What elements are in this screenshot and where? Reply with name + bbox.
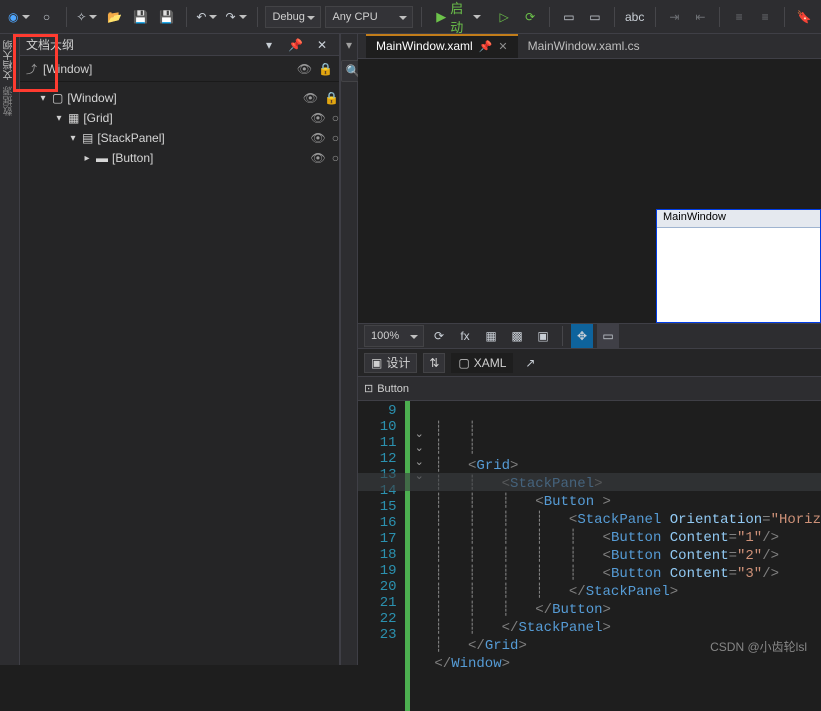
snap-icon[interactable]: ▣ <box>532 324 554 348</box>
breadcrumb-label: Button <box>377 383 409 395</box>
tree-row-grid[interactable]: ▾ ▦ [Grid] 👁 ○ <box>26 108 339 128</box>
tab-mainwindow-xaml[interactable]: MainWindow.xaml 📌 ✕ <box>366 34 518 58</box>
step-icon-3[interactable]: abc <box>623 5 647 29</box>
grid-icon-1[interactable]: ▦ <box>480 324 502 348</box>
tab-label: MainWindow.xaml.cs <box>528 39 640 53</box>
hot-reload-icon[interactable]: ⟳ <box>519 5 541 29</box>
popout-icon[interactable]: ↗ <box>519 351 541 375</box>
select-icon[interactable]: ▭ <box>597 324 619 348</box>
editor-area: MainWindow.xaml 📌 ✕ MainWindow.xaml.cs M… <box>358 34 821 665</box>
dot-icon[interactable]: ○ <box>332 111 339 125</box>
expander-icon[interactable]: ▾ <box>38 93 48 104</box>
preview-window-title: MainWindow <box>657 210 820 228</box>
zoom-dropdown[interactable]: 100% <box>364 325 424 347</box>
node-label: [StackPanel] <box>97 131 164 145</box>
outline-root-row[interactable]: ⤴ [Window] 👁 🔒 <box>20 56 339 82</box>
platform-dropdown[interactable]: Any CPU <box>325 6 413 28</box>
panel-dropdown-icon[interactable]: ▾ <box>258 33 280 57</box>
left-side-rail: 文档大纲 数据源 <box>0 34 20 665</box>
panel-title: 文档大纲 <box>26 36 74 53</box>
root-label: [Window] <box>43 62 92 76</box>
xaml-tab[interactable]: ▢ XAML <box>451 353 513 373</box>
panel-close-icon[interactable]: ✕ <box>311 33 333 57</box>
design-tab[interactable]: ▣ 设计 <box>364 353 417 373</box>
fx-icon[interactable]: fx <box>454 324 476 348</box>
design-bottom-toolbar: 100% ⟳ fx ▦ ▩ ▣ ✥ ▭ <box>358 323 821 349</box>
tab-close-icon[interactable]: ✕ <box>498 40 507 53</box>
main-toolbar: ◉ ○ ✧ 📂 💾 💾 ↶ ↷ Debug Any CPU ▶ 启动 ▷ ⟳ ▭… <box>0 0 821 34</box>
xaml-breadcrumb[interactable]: ⊡Button <box>358 377 821 401</box>
rail-tab-1[interactable]: 文档大纲 <box>2 40 17 80</box>
redo-button[interactable]: ↷ <box>223 5 248 29</box>
rail-tab-2[interactable]: 数据源 <box>2 86 17 116</box>
editor-tabs: MainWindow.xaml 📌 ✕ MainWindow.xaml.cs <box>358 34 821 59</box>
step-icon-1[interactable]: ▭ <box>558 5 580 29</box>
node-icon: ▢ <box>52 91 63 105</box>
watermark: CSDN @小齿轮lsl <box>710 638 807 655</box>
move-icon[interactable]: ✥ <box>571 324 593 348</box>
document-outline-panel: 文档大纲 ▾ 📌 ✕ ⤴ [Window] 👁 🔒 ▾ ▢ [Wind <box>20 34 340 665</box>
comment-icon-1[interactable]: ≡ <box>728 5 750 29</box>
eye-icon[interactable]: 👁 <box>303 91 318 105</box>
expander-icon[interactable]: ▸ <box>82 153 92 164</box>
preview-window[interactable]: MainWindow <box>656 209 821 323</box>
panel-splitter[interactable]: ▾ 🔍 <box>340 34 358 665</box>
save-icon[interactable]: 💾 <box>130 5 152 29</box>
node-label: [Window] <box>67 91 116 105</box>
design-xaml-tabs: ▣ 设计 ⇅ ▢ XAML ↗ <box>358 349 821 377</box>
eye-icon[interactable]: 👁 <box>311 111 326 125</box>
indent-icon-1[interactable]: ⇥ <box>663 5 685 29</box>
eye-col-icon[interactable]: 👁 <box>297 62 312 76</box>
outline-tree: ▾ ▢ [Window] 👁 🔒 ▾ ▦ [Grid] 👁 ○ ▾ ▤ [Stack… <box>20 82 339 168</box>
node-icon: ▤ <box>82 131 93 145</box>
panel-header: 文档大纲 ▾ 📌 ✕ <box>20 34 339 56</box>
start-no-debug-button[interactable]: ▷ <box>493 5 515 29</box>
tree-row-stackpanel[interactable]: ▾ ▤ [StackPanel] 👁 ○ <box>26 128 339 148</box>
node-icon: ▬ <box>96 151 108 165</box>
node-label: [Button] <box>112 151 153 165</box>
step-icon-2[interactable]: ▭ <box>584 5 606 29</box>
design-surface[interactable]: MainWindow <box>358 59 821 323</box>
up-arrow-icon[interactable]: ⤴ <box>26 61 37 77</box>
eye-icon[interactable]: 👁 <box>311 151 326 165</box>
node-icon: ▦ <box>68 111 79 125</box>
dot-icon[interactable]: ○ <box>332 151 339 165</box>
pin-icon[interactable]: 📌 <box>479 40 493 53</box>
nav-back-button[interactable]: ◉ <box>6 5 32 29</box>
new-item-button[interactable]: ✧ <box>74 5 99 29</box>
tree-row-window[interactable]: ▾ ▢ [Window] 👁 🔒 <box>26 88 339 108</box>
eye-icon[interactable]: 👁 <box>311 131 326 145</box>
refresh-icon[interactable]: ⟳ <box>428 324 450 348</box>
open-folder-icon[interactable]: 📂 <box>104 5 126 29</box>
panel-pin-icon[interactable]: 📌 <box>284 33 307 57</box>
expander-icon[interactable]: ▾ <box>54 113 64 124</box>
grid-icon-2[interactable]: ▩ <box>506 324 528 348</box>
tab-mainwindow-cs[interactable]: MainWindow.xaml.cs <box>518 34 650 58</box>
tree-row-button[interactable]: ▸ ▬ [Button] 👁 ○ <box>26 148 339 168</box>
nav-fwd-button[interactable]: ○ <box>36 5 58 29</box>
swap-icon[interactable]: ⇅ <box>423 353 445 373</box>
solution-config-dropdown[interactable]: Debug <box>265 6 321 28</box>
dot-icon[interactable]: ○ <box>332 131 339 145</box>
lock-icon[interactable]: 🔒 <box>324 91 339 105</box>
tab-label: MainWindow.xaml <box>376 39 473 53</box>
node-label: [Grid] <box>83 111 112 125</box>
save-all-icon[interactable]: 💾 <box>156 5 178 29</box>
comment-icon-2[interactable]: ≡ <box>754 5 776 29</box>
lock-col-icon[interactable]: 🔒 <box>318 62 333 76</box>
start-debug-button[interactable]: ▶ 启动 <box>430 5 487 29</box>
bookmark-icon[interactable]: 🔖 <box>793 5 815 29</box>
indent-icon-2[interactable]: ⇤ <box>689 5 711 29</box>
undo-button[interactable]: ↶ <box>194 5 219 29</box>
expander-icon[interactable]: ▾ <box>68 133 78 144</box>
